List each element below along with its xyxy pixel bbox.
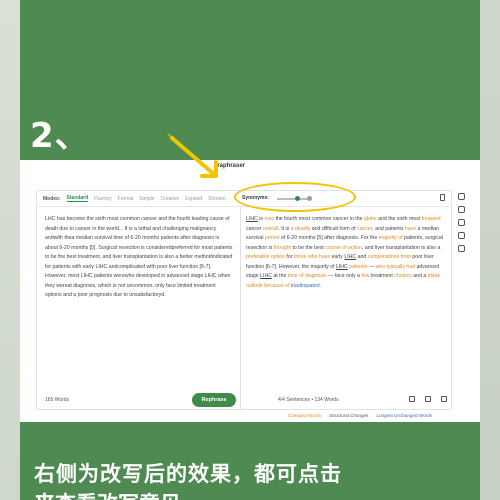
highlight-ellipse bbox=[234, 182, 356, 212]
output-segment[interactable]: LIHC bbox=[336, 264, 348, 270]
output-segment: — bbox=[367, 263, 376, 270]
compare-icon[interactable] bbox=[409, 396, 415, 402]
comment-icon[interactable] bbox=[458, 219, 465, 226]
output-stats: 4/4 Sentences • 134 Words bbox=[278, 397, 339, 403]
mode-fluency[interactable]: Fluency bbox=[94, 196, 112, 202]
changed-word[interactable]: course of action bbox=[325, 245, 362, 251]
output-segment[interactable]: LIHC bbox=[246, 216, 258, 222]
changed-word[interactable]: choices bbox=[394, 273, 412, 279]
modes-label: Modes: bbox=[43, 195, 61, 202]
changed-word[interactable]: cancer bbox=[357, 226, 372, 232]
output-segment: . It is bbox=[278, 225, 291, 232]
input-word-count: 165 Words bbox=[45, 397, 70, 403]
changed-word[interactable]: who typically had bbox=[376, 264, 416, 270]
output-segment: to be the best bbox=[291, 244, 326, 251]
changed-word[interactable]: thought bbox=[274, 245, 291, 251]
download-icon[interactable] bbox=[425, 396, 431, 402]
legend-structural: Structural Changes bbox=[329, 413, 369, 418]
mode-simple[interactable]: Simple bbox=[139, 196, 154, 202]
legend-longest: Longest Unchanged Words bbox=[376, 413, 433, 418]
mode-expand[interactable]: Expand bbox=[185, 196, 202, 202]
changed-word[interactable]: frequent bbox=[422, 216, 441, 222]
changed-word[interactable]: globe bbox=[364, 216, 377, 222]
keyboard-icon[interactable] bbox=[458, 232, 465, 239]
output-segment: for bbox=[284, 254, 294, 260]
output-segment: and a bbox=[411, 273, 428, 279]
changed-word[interactable]: majority of bbox=[379, 235, 403, 241]
history-icon[interactable] bbox=[458, 245, 465, 252]
changed-word[interactable]: complications from bbox=[368, 254, 411, 260]
output-segment[interactable]: LIHC bbox=[344, 254, 356, 260]
output-segment: and the sixth most bbox=[376, 216, 422, 222]
mode-formal[interactable]: Formal bbox=[118, 196, 134, 202]
output-actions bbox=[409, 396, 447, 402]
output-segment: at the bbox=[271, 273, 288, 279]
changed-word[interactable]: those who have bbox=[294, 254, 330, 260]
output-segment[interactable]: LIHC bbox=[260, 273, 272, 279]
copy-icon[interactable] bbox=[441, 396, 447, 402]
background-left bbox=[0, 0, 20, 500]
caption-line-1: 右侧为改写后的效果，都可点击 bbox=[34, 462, 342, 486]
pointer-arrow-icon bbox=[167, 133, 218, 178]
changed-word[interactable]: a deadly bbox=[291, 226, 311, 232]
document-icon[interactable] bbox=[440, 194, 445, 201]
changed-word[interactable]: time of diagnosis bbox=[288, 273, 327, 279]
changed-word[interactable]: period bbox=[265, 235, 279, 241]
output-segment: , and patients bbox=[372, 225, 405, 232]
side-toolbar bbox=[458, 193, 465, 252]
mode-standard[interactable]: Standard bbox=[66, 195, 89, 202]
background-right bbox=[480, 0, 500, 500]
changed-word[interactable]: have bbox=[405, 226, 416, 232]
step-number: 2、 bbox=[30, 116, 90, 156]
caption-line-2: 来查看改写意见 bbox=[34, 488, 181, 500]
output-segment: and difficult form of bbox=[310, 225, 357, 232]
output-segment: the fourth most common cancer in the bbox=[274, 216, 364, 222]
legend: Changed Words Structural Changes Longest… bbox=[288, 413, 432, 418]
output-segment: , and liver transplantation is also a bbox=[361, 244, 441, 251]
output-segment: treatment bbox=[369, 273, 395, 279]
mode-creative[interactable]: Creative bbox=[161, 196, 180, 202]
changed-word[interactable]: now bbox=[264, 216, 274, 222]
changed-word[interactable]: overall bbox=[263, 226, 278, 232]
output-text[interactable]: LIHC is now the fourth most common cance… bbox=[246, 215, 446, 291]
output-segment: cancer bbox=[246, 225, 264, 232]
mode-shorten[interactable]: Shorten bbox=[208, 196, 226, 202]
output-segment: — face only a bbox=[326, 273, 362, 279]
changed-word[interactable]: preferable option bbox=[246, 254, 285, 260]
output-segment: and bbox=[356, 254, 368, 260]
legend-changed: Changed Words bbox=[288, 413, 322, 418]
paraphraser-editor: Modes: Standard Fluency Formal Simple Cr… bbox=[36, 190, 452, 410]
structural-change[interactable]: inadequated bbox=[291, 283, 320, 289]
stats-icon[interactable] bbox=[458, 206, 465, 213]
input-text[interactable]: LHC has become the sixth most common can… bbox=[45, 215, 233, 301]
output-segment: early bbox=[330, 254, 345, 260]
rephrase-button[interactable]: Rephrase bbox=[192, 393, 236, 407]
settings-icon[interactable] bbox=[458, 193, 465, 200]
output-segment: of 6-20 months [5] after diagnosis. For … bbox=[279, 235, 379, 241]
changed-word[interactable]: patients bbox=[349, 264, 367, 270]
output-segment: . bbox=[319, 282, 322, 289]
pane-divider bbox=[240, 207, 241, 410]
